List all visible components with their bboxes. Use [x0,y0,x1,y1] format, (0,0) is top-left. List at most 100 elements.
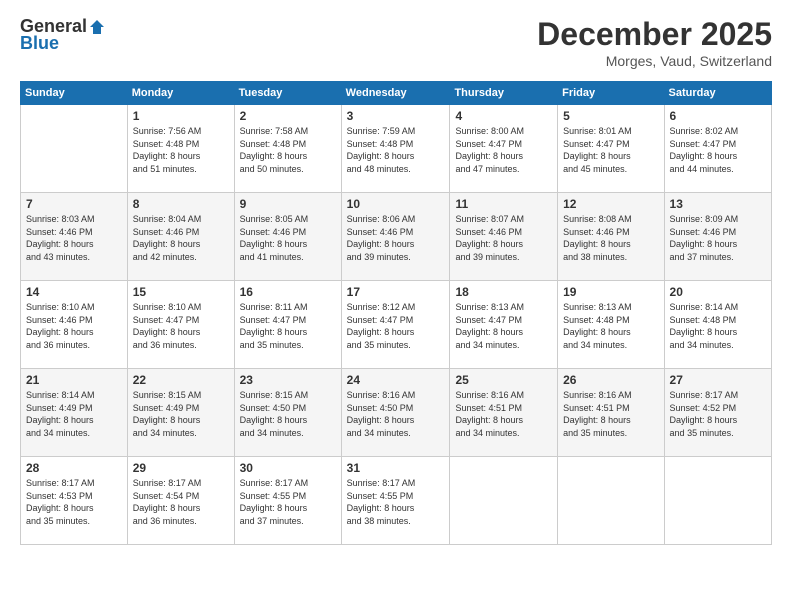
header-thursday: Thursday [450,82,558,105]
cell-info: and 47 minutes. [455,163,552,176]
cell-info: Sunset: 4:46 PM [563,226,658,239]
cell-info: Daylight: 8 hours [455,414,552,427]
cell-info: and 34 minutes. [133,427,229,440]
day-number: 28 [26,461,122,475]
header-friday: Friday [558,82,664,105]
cell-info: and 37 minutes. [240,515,336,528]
calendar-cell: 15Sunrise: 8:10 AMSunset: 4:47 PMDayligh… [127,281,234,369]
cell-info: Daylight: 8 hours [26,502,122,515]
day-number: 13 [670,197,766,211]
week-row-2: 14Sunrise: 8:10 AMSunset: 4:46 PMDayligh… [21,281,772,369]
calendar-cell: 21 Sunrise: 8:14 AMSunset: 4:49 PMDayligh… [21,369,128,457]
cell-info: Daylight: 8 hours [133,238,229,251]
calendar-cell [664,457,771,545]
header-sunday: Sunday [21,82,128,105]
calendar-cell: 29Sunrise: 8:17 AMSunset: 4:54 PMDayligh… [127,457,234,545]
cell-info: Sunrise: 8:16 AM [563,389,658,402]
calendar-table: SundayMondayTuesdayWednesdayThursdayFrid… [20,81,772,545]
calendar-cell: 25Sunrise: 8:16 AMSunset: 4:51 PMDayligh… [450,369,558,457]
calendar-cell: 11Sunrise: 8:07 AMSunset: 4:46 PMDayligh… [450,193,558,281]
cell-info: Sunset: 4:48 PM [347,138,445,151]
cell-info: and 42 minutes. [133,251,229,264]
cell-info: Sunrise: 8:15 AM [240,389,336,402]
cell-info: Sunset: 4:48 PM [670,314,766,327]
cell-info: Daylight: 8 hours [26,414,122,427]
calendar-cell: 22Sunrise: 8:15 AMSunset: 4:49 PMDayligh… [127,369,234,457]
day-number: 5 [563,109,658,123]
calendar-cell: 17Sunrise: 8:12 AMSunset: 4:47 PMDayligh… [341,281,450,369]
cell-info: Sunrise: 8:15 AM [133,389,229,402]
page: General Blue December 2025 Morges, Vaud,… [0,0,792,612]
calendar-cell: 19Sunrise: 8:13 AMSunset: 4:48 PMDayligh… [558,281,664,369]
cell-info: Sunrise: 8:07 AM [455,213,552,226]
calendar-cell: 28Sunrise: 8:17 AMSunset: 4:53 PMDayligh… [21,457,128,545]
calendar-cell: 6Sunrise: 8:02 AMSunset: 4:47 PMDaylight… [664,105,771,193]
calendar-cell: 5Sunrise: 8:01 AMSunset: 4:47 PMDaylight… [558,105,664,193]
cell-info: Daylight: 8 hours [133,414,229,427]
day-number: 8 [133,197,229,211]
cell-info: Sunrise: 8:06 AM [347,213,445,226]
cell-info: Sunset: 4:47 PM [563,138,658,151]
cell-info: Sunrise: 8:16 AM [455,389,552,402]
cell-info: Sunrise: 8:17 AM [240,477,336,490]
cell-info: Sunrise: 8:10 AM [26,301,122,314]
cell-info: and 43 minutes. [26,251,122,264]
cell-info: and 37 minutes. [670,251,766,264]
day-number: 9 [240,197,336,211]
cell-info: Sunset: 4:46 PM [240,226,336,239]
calendar-header-row: SundayMondayTuesdayWednesdayThursdayFrid… [21,82,772,105]
cell-info: Sunrise: 8:02 AM [670,125,766,138]
cell-info: Sunset: 4:47 PM [670,138,766,151]
calendar-cell: 14Sunrise: 8:10 AMSunset: 4:46 PMDayligh… [21,281,128,369]
cell-info: Sunrise: 8:10 AM [133,301,229,314]
cell-info: Daylight: 8 hours [670,150,766,163]
cell-info: Sunset: 4:46 PM [26,226,122,239]
cell-info: Daylight: 8 hours [240,150,336,163]
day-number: 29 [133,461,229,475]
cell-info: and 34 minutes. [455,339,552,352]
day-number: 18 [455,285,552,299]
cell-info: Daylight: 8 hours [240,238,336,251]
cell-info: Sunrise: 8:14 AM [670,301,766,314]
cell-info: Sunrise: 8:17 AM [670,389,766,402]
header-tuesday: Tuesday [234,82,341,105]
cell-info: Daylight: 8 hours [670,326,766,339]
calendar-cell: 18Sunrise: 8:13 AMSunset: 4:47 PMDayligh… [450,281,558,369]
cell-info: Sunset: 4:51 PM [563,402,658,415]
cell-info: and 39 minutes. [347,251,445,264]
cell-info: Daylight: 8 hours [347,502,445,515]
cell-info: Sunset: 4:46 PM [26,314,122,327]
cell-info: and 44 minutes. [670,163,766,176]
cell-info: Daylight: 8 hours [240,414,336,427]
logo: General Blue [20,16,107,54]
week-row-4: 28Sunrise: 8:17 AMSunset: 4:53 PMDayligh… [21,457,772,545]
cell-info: and 36 minutes. [26,339,122,352]
cell-info: Sunrise: 8:14 AM [26,389,122,402]
cell-info: Daylight: 8 hours [133,502,229,515]
cell-info: and 34 minutes. [563,339,658,352]
cell-info: Daylight: 8 hours [26,326,122,339]
calendar-cell: 2Sunrise: 7:58 AMSunset: 4:48 PMDaylight… [234,105,341,193]
header-wednesday: Wednesday [341,82,450,105]
cell-info: Sunset: 4:48 PM [240,138,336,151]
cell-info: Daylight: 8 hours [563,238,658,251]
cell-info: Sunrise: 8:09 AM [670,213,766,226]
calendar-cell [21,105,128,193]
cell-info: Sunset: 4:53 PM [26,490,122,503]
cell-info: Sunset: 4:47 PM [455,314,552,327]
cell-info: Sunrise: 8:17 AM [133,477,229,490]
cell-info: and 35 minutes. [26,515,122,528]
day-number: 17 [347,285,445,299]
cell-info: and 35 minutes. [563,427,658,440]
cell-info: Daylight: 8 hours [563,414,658,427]
day-number: 21 [26,373,122,387]
calendar-cell [450,457,558,545]
month-title: December 2025 [537,16,772,53]
title-section: December 2025 Morges, Vaud, Switzerland [537,16,772,69]
cell-info: and 34 minutes. [455,427,552,440]
cell-info: Sunset: 4:46 PM [670,226,766,239]
calendar-cell: 12Sunrise: 8:08 AMSunset: 4:46 PMDayligh… [558,193,664,281]
cell-info: Sunset: 4:55 PM [347,490,445,503]
cell-info: Sunset: 4:49 PM [26,402,122,415]
cell-info: Daylight: 8 hours [347,150,445,163]
